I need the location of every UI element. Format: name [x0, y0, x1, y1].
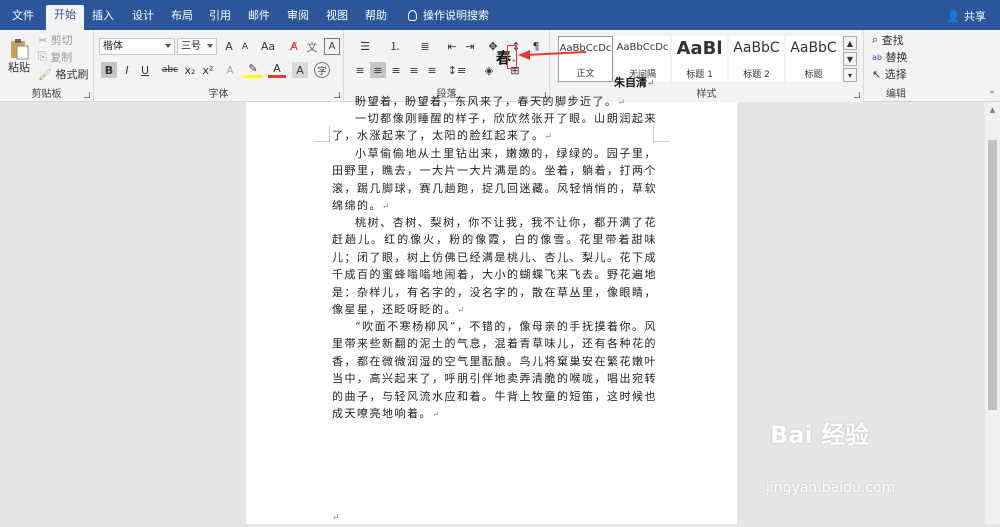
ribbon-tab-bar: 文件 开始 插入 设计 布局 引用 邮件 审阅 视图 帮助 操作说明搜索 👤 共…	[0, 0, 1000, 30]
tab-view[interactable]: 视图	[318, 6, 356, 30]
collapse-ribbon-icon[interactable]: ⌃	[986, 88, 998, 100]
text-effects-icon[interactable]: A	[222, 62, 238, 78]
styles-more-icon[interactable]: ▾	[843, 68, 857, 82]
paragraph-group: ☰ ⒈ ≣ ⇤ ⇥ ✥ ↕ ¶ ≡ ≡ ≡ ≡ ≡ ↕≡ ◈ ⊞ 段落	[344, 30, 550, 102]
tab-references[interactable]: 引用	[201, 6, 239, 30]
font-group: 楷体 三号 A A Aa A̸ 文 A B I U abc x₂ x² A ✎ …	[94, 30, 344, 102]
subscript-button[interactable]: x₂	[182, 62, 198, 78]
justify-icon[interactable]: ≡	[406, 62, 422, 78]
lightbulb-icon	[408, 10, 417, 21]
increase-indent-icon[interactable]: ⇥	[462, 38, 478, 54]
document-author[interactable]: 朱自清↵	[614, 74, 655, 90]
select-button[interactable]: ↖ 选择	[872, 67, 907, 82]
font-label: 字体	[208, 89, 229, 100]
clipboard-icon	[11, 39, 29, 60]
clipboard-label: 剪贴板	[31, 89, 62, 100]
cut-button[interactable]: ✂ 剪切	[38, 33, 73, 48]
paintbrush-icon: 🖌	[38, 67, 52, 81]
vertical-scrollbar[interactable]: ▲	[985, 102, 1000, 524]
search-icon: ⌕	[872, 33, 879, 46]
tab-mailings[interactable]: 邮件	[240, 6, 278, 30]
tab-design[interactable]: 设计	[124, 6, 162, 30]
styles-scroll-up-icon[interactable]: ▲	[843, 36, 857, 50]
tab-review[interactable]: 审阅	[279, 6, 317, 30]
empty-paragraph[interactable]: ↵	[332, 508, 352, 527]
tab-home[interactable]: 开始	[46, 5, 84, 30]
distributed-icon[interactable]: ≡	[424, 62, 440, 78]
editing-label: 编辑	[886, 89, 906, 100]
decrease-indent-icon[interactable]: ⇤	[444, 38, 460, 54]
clipboard-group: 粘贴 ✂ 剪切 ⎘ 复制 🖌 格式刷 剪贴板	[0, 30, 94, 102]
scrollbar-thumb[interactable]	[988, 140, 997, 410]
align-right-icon[interactable]: ≡	[388, 62, 404, 78]
shrink-font-button[interactable]: A	[238, 38, 252, 55]
change-case-button[interactable]: Aa	[257, 38, 279, 55]
style-heading-1[interactable]: AaBl 标题 1	[672, 36, 727, 82]
line-spacing-icon[interactable]: ↕≡	[446, 62, 468, 78]
styles-scroll-down-icon[interactable]: ▼	[843, 52, 857, 66]
tab-help[interactable]: 帮助	[357, 6, 395, 30]
paragraph-5[interactable]: “吹面不寒杨柳风”，不错的，像母亲的手抚摸着你。风里带来些新翻的泥土的气息，混着…	[332, 318, 657, 424]
format-painter-button[interactable]: 🖌 格式刷	[38, 67, 88, 82]
clipboard-launcher-icon[interactable]	[84, 92, 90, 98]
superscript-button[interactable]: x²	[200, 62, 216, 78]
find-button[interactable]: ⌕ 查找	[872, 33, 904, 47]
tab-layout[interactable]: 布局	[163, 6, 201, 30]
styles-group: AaBbCcDc 正文 AaBbCcDc 无间隔 AaBl 标题 1 AaBbC 标题 …	[550, 30, 864, 102]
tell-me-search[interactable]: 操作说明搜索	[400, 6, 497, 30]
align-center-icon[interactable]: ≡	[370, 62, 386, 78]
copy-button[interactable]: ⎘ 复制	[38, 50, 72, 64]
style-heading-2[interactable]: AaBbC 标题 2	[729, 36, 784, 82]
highlight-icon[interactable]: ✎	[244, 62, 262, 78]
bold-button[interactable]: B	[101, 62, 117, 78]
share-button[interactable]: 👤 共享	[947, 8, 986, 24]
baidu-watermark-url: jingyan.baidu.com	[766, 480, 896, 496]
chevron-down-icon	[207, 44, 213, 48]
scissors-icon: ✂	[38, 33, 48, 47]
red-highlight-box	[507, 45, 517, 69]
baidu-watermark-logo: Bai 经验	[770, 421, 870, 449]
red-arrow-icon	[518, 50, 587, 60]
grow-font-button[interactable]: A	[222, 38, 236, 55]
strikethrough-button[interactable]: abc	[160, 62, 180, 78]
numbering-icon[interactable]: ⒈	[382, 38, 408, 54]
bullets-icon[interactable]: ☰	[352, 38, 378, 54]
copy-icon: ⎘	[38, 50, 47, 63]
scroll-up-icon[interactable]: ▲	[987, 104, 998, 115]
paste-label: 粘贴	[8, 61, 30, 74]
font-color-icon[interactable]: A	[268, 62, 286, 78]
phonetic-guide-icon[interactable]: 文	[304, 38, 320, 55]
person-icon: 👤	[946, 10, 961, 23]
enclose-characters-icon[interactable]: 字	[314, 62, 330, 78]
font-size-combo[interactable]: 三号	[177, 38, 217, 55]
paragraph-2[interactable]: 一切都像刚睡醒的样子，欣欣然张开了眼。山朗润起来了，水涨起来了，太阳的脸红起来了…	[332, 110, 657, 147]
italic-button[interactable]: I	[119, 62, 135, 78]
replace-icon: ab	[872, 52, 882, 62]
styles-launcher-icon[interactable]	[854, 92, 860, 98]
style-title[interactable]: AaBbC 标题	[786, 36, 841, 82]
corner-mark-icon	[314, 126, 330, 142]
align-left-icon[interactable]: ≡	[352, 62, 368, 78]
tab-file[interactable]: 文件	[4, 6, 42, 30]
clear-format-icon[interactable]: A̸	[286, 38, 302, 55]
multilevel-list-icon[interactable]: ≣	[412, 38, 438, 54]
paragraph-4[interactable]: 桃树、杏树、梨树，你不让我，我不让你，都开满了花赶趟儿。红的像火，粉的像霞，白的…	[332, 214, 657, 320]
underline-button[interactable]: U	[137, 62, 153, 78]
character-border-icon[interactable]: A	[324, 38, 340, 55]
paragraph-3[interactable]: 小草偷偷地从土里钻出来，嫩嫩的，绿绿的。园子里，田野里，瞧去，一大片一大片满是的…	[332, 145, 657, 217]
cursor-icon: ↖	[872, 67, 882, 81]
font-name-combo[interactable]: 楷体	[99, 38, 175, 55]
replace-button[interactable]: ab 替换	[872, 50, 907, 64]
chevron-down-icon	[165, 44, 171, 48]
editing-group: ⌕ 查找 ab 替换 ↖ 选择 编辑	[864, 30, 928, 102]
tab-insert[interactable]: 插入	[84, 6, 122, 30]
character-shading-icon[interactable]: A	[292, 62, 308, 78]
